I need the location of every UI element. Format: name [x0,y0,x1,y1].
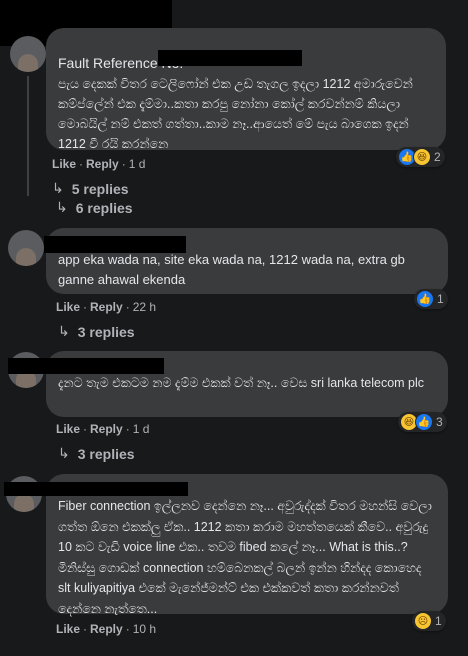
reaction-count: 2 [434,150,441,164]
comment-text: Fiber connection ඉල්ලනව දෙන්නෙ නෑ... අවු… [58,499,432,616]
comment-text: app eka wada na, site eka wada na, 1212 … [58,252,405,287]
timestamp[interactable]: 1 d [133,422,150,436]
like-reaction-icon: 👍 [415,413,433,431]
replies-count: 6 replies [75,199,133,216]
reply-arrow-icon: ↳ [52,180,64,196]
comment-author[interactable] [58,36,434,50]
replies-count: 3 replies [77,445,135,462]
comment-text: දැනට තැම එකටම නම දැම්ම එකක් වත් නෑ.. වෙස… [58,376,425,390]
comment-actions: Like · Reply · 1 d [52,157,145,171]
avatar[interactable] [8,230,44,266]
separator: · [79,157,84,171]
reaction-count: 1 [435,614,442,628]
separator: · [121,157,126,171]
like-reaction-icon: 👍 [416,290,434,308]
reply-link[interactable]: Reply [90,422,123,436]
comment-actions: Like · Reply · 22 h [56,300,156,314]
reply-link[interactable]: Reply [86,157,119,171]
comment-text: පැය දෙකක් විතර ටෙලිෆෝන් එක උඩ තැගල ඉදලා … [58,77,413,151]
separator: · [83,300,88,314]
reply-link[interactable]: Reply [90,622,123,636]
haha-reaction-icon: 😆 [413,148,431,166]
redaction-bar [158,50,302,66]
timestamp[interactable]: 1 d [129,157,146,171]
reply-arrow-icon: ↳ [58,323,70,339]
reply-link[interactable]: Reply [90,300,123,314]
view-replies-link[interactable]: ↳ 3 replies [58,323,135,340]
separator: · [125,422,130,436]
like-link[interactable]: Like [56,422,80,436]
like-link[interactable]: Like [56,622,80,636]
reaction-count: 3 [436,415,443,429]
sad-reaction-icon: ☹ [414,612,432,630]
reactions-summary[interactable]: ☹ 1 [412,611,446,631]
like-link[interactable]: Like [52,157,76,171]
separator: · [83,422,88,436]
reactions-summary[interactable]: 👍 1 [414,289,448,309]
separator: · [125,622,130,636]
like-link[interactable]: Like [56,300,80,314]
comment-actions: Like · Reply · 10 h [56,622,156,636]
view-replies-link[interactable]: ↳ 3 replies [58,445,135,462]
avatar[interactable] [10,36,46,72]
timestamp[interactable]: 22 h [133,300,156,314]
separator: · [83,622,88,636]
comment-bubble: Fault Reference No: පැය දෙකක් විතර ටෙලිෆ… [46,28,446,151]
separator: · [125,300,130,314]
reaction-count: 1 [437,292,444,306]
redaction-bar [4,482,188,496]
replies-count: 5 replies [71,180,129,197]
view-replies-link[interactable]: ↳ 6 replies [56,199,133,216]
redaction-bar [44,236,186,253]
reply-arrow-icon: ↳ [56,199,68,215]
thread-line [27,76,29,196]
reactions-summary[interactable]: 👍 😆 2 [396,147,445,167]
replies-count: 3 replies [77,323,135,340]
timestamp[interactable]: 10 h [133,622,156,636]
redaction-bar [8,358,164,374]
comment-actions: Like · Reply · 1 d [56,422,149,436]
reply-arrow-icon: ↳ [58,445,70,461]
reactions-summary[interactable]: 😆 👍 3 [398,412,447,432]
view-replies-link[interactable]: ↳ 5 replies [52,180,129,197]
